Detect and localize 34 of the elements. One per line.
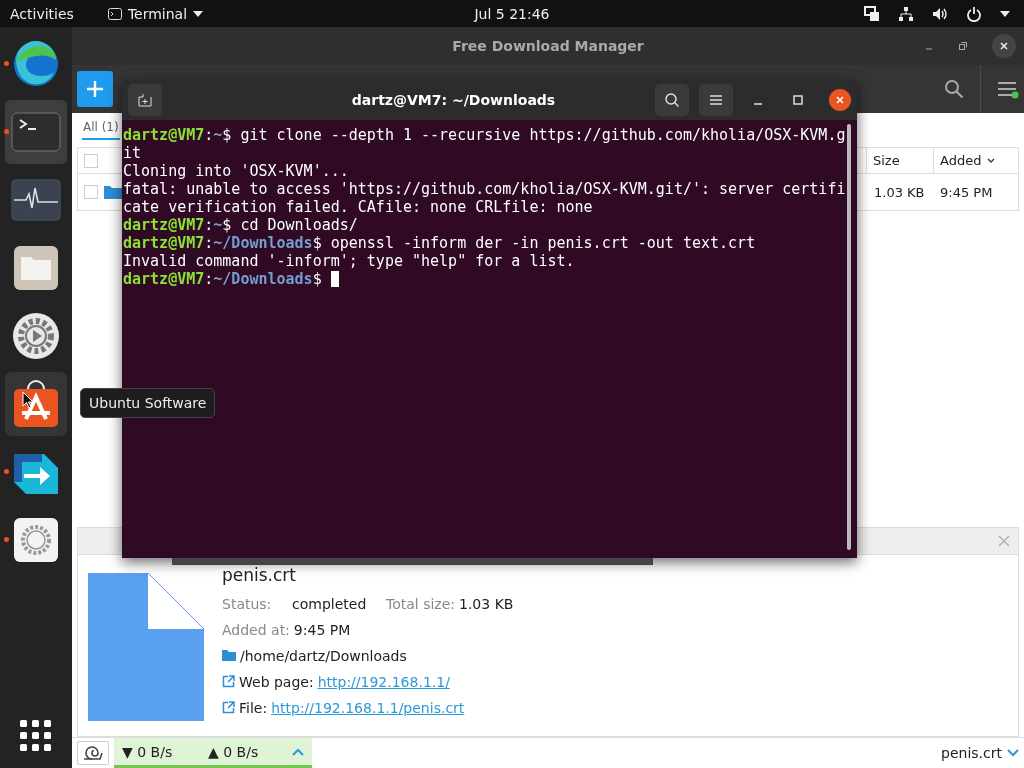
status-label: Status: (222, 595, 273, 612)
terminal-line: dartz@VM7:~/Downloads$ openssl -inform der -in penis.crt -out text.crt (123, 234, 756, 252)
folder-path[interactable]: /home/dartz/Downloads (240, 647, 407, 664)
total-size-label: Total size: (386, 595, 455, 612)
clock[interactable]: Jul 5 21:46 (474, 5, 550, 22)
speed-panel[interactable]: ▼ 0 B/s ▲ 0 B/s (114, 738, 312, 768)
terminal-line: dartz@VM7:~/Downloads$ (123, 270, 339, 288)
download-speed: ▼ 0 B/s (122, 743, 174, 760)
window-title: dartz@VM7: ~/Downloads (350, 92, 557, 108)
terminal-line: fatal: unable to access 'https://github.com/kholia/OSX-KVM.git/': server certifi (123, 180, 846, 198)
file-label: File: (239, 699, 268, 716)
activities-button[interactable]: Activities (10, 5, 74, 22)
terminal-line: it (123, 144, 142, 162)
terminal-line: Cloning into 'OSX-KVM'... (123, 162, 349, 180)
added-cell-text: 9:45 PM (939, 184, 994, 200)
terminal-line: cate verification failed. CAfile: none CRLfile: none (123, 198, 593, 216)
filter-tab[interactable]: All (1) (82, 116, 120, 140)
tooltip: Ubuntu Software (80, 388, 216, 418)
window-title: Free Download Manager (452, 38, 644, 54)
current-file[interactable]: penis.crt (941, 745, 1002, 761)
web-page-label: Web page: (239, 673, 314, 690)
file-name: penis.crt (222, 565, 297, 585)
added-value: 9:45 PM (293, 621, 351, 638)
terminal-line: dartz@VM7:~$ cd Downloads/ (123, 216, 358, 234)
terminal-line: Invalid command '-inform'; type "help" for a list. (123, 252, 575, 270)
total-size-value: 1.03 KB (459, 595, 514, 612)
upload-speed: ▲ 0 B/s (208, 743, 260, 760)
app-menu[interactable]: Terminal (107, 5, 204, 22)
column-header[interactable]: Added (933, 148, 1018, 173)
status-value: completed (292, 595, 368, 612)
terminal-line: dartz@VM7:~$ git clone --depth 1 --recursive https://github.com/kholia/OSX-KVM.g (123, 126, 846, 144)
added-label: Added at: (222, 621, 290, 638)
column-header[interactable]: Size (866, 148, 933, 173)
size-cell-text: 1.03 KB (873, 184, 926, 200)
